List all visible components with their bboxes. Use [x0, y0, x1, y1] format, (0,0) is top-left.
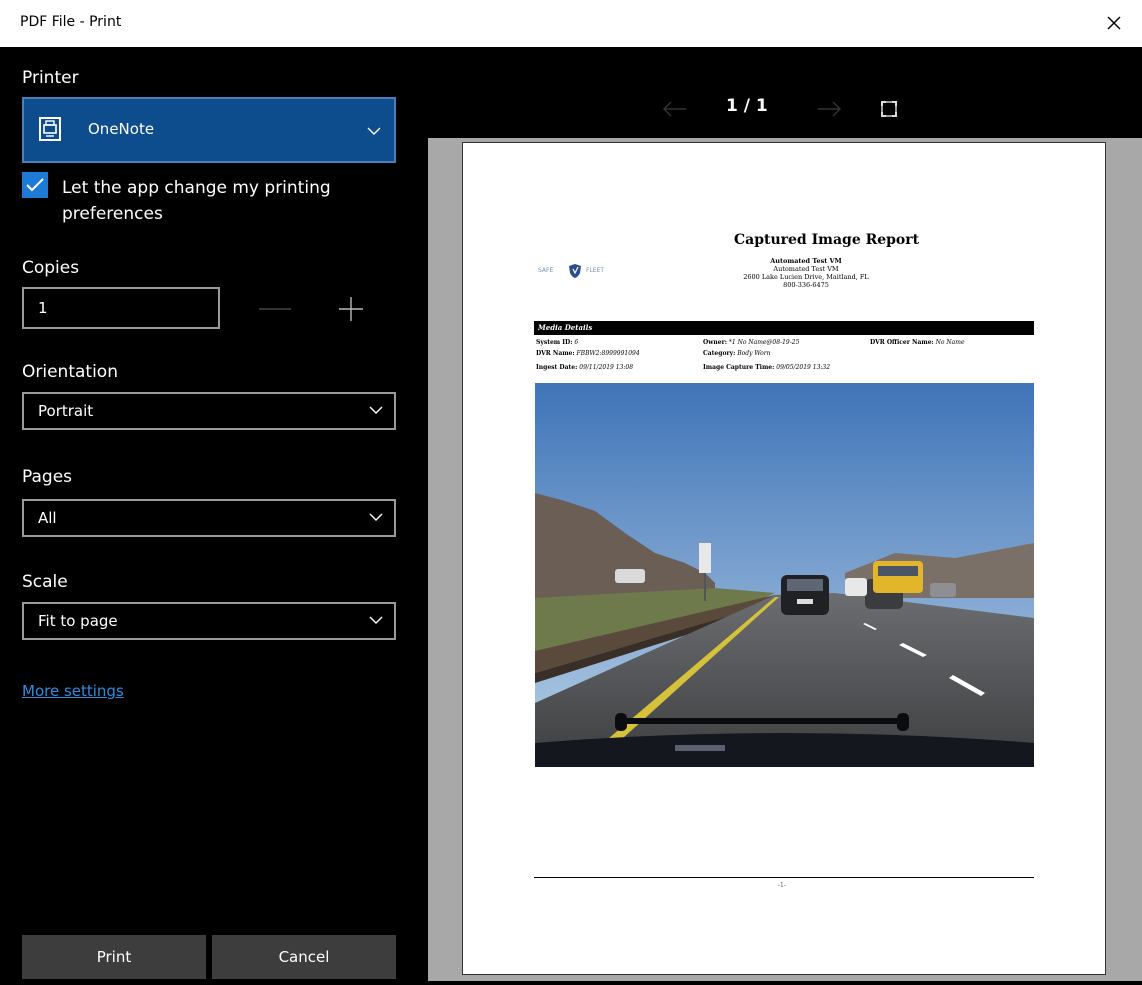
window-title: PDF File - Print — [20, 14, 122, 30]
category-field: Category: Body Worn — [703, 350, 771, 358]
dvr-name-label: DVR Name: — [536, 350, 575, 357]
scale-label: Scale — [22, 572, 68, 592]
owner-field: Owner: *1 No Name@08-19-25 — [703, 339, 799, 347]
copies-value: 1 — [38, 299, 48, 317]
captured-image — [535, 383, 1034, 767]
category-value: Body Worn — [737, 350, 771, 357]
chevron-down-icon — [369, 406, 383, 414]
checkmark-icon — [26, 178, 44, 192]
printer-value: OneNote — [88, 120, 155, 138]
category-label: Category: — [703, 350, 736, 357]
printer-label: Printer — [22, 68, 79, 88]
footer-divider — [534, 877, 1034, 878]
pages-label: Pages — [22, 467, 73, 487]
officer-label: DVR Officer Name: — [870, 339, 934, 346]
system-id-value: 6 — [574, 339, 579, 346]
owner-label: Owner: — [703, 339, 727, 346]
company-name-bold: Automated Test VM — [770, 257, 842, 265]
copies-input[interactable]: 1 — [22, 287, 220, 329]
owner-value: *1 No Name@08-19-25 — [728, 339, 800, 346]
decrement-button[interactable] — [258, 296, 292, 322]
company-phone: 800-336-6475 — [783, 281, 829, 289]
scale-value: Fit to page — [38, 612, 118, 630]
page-footer-number: -1- — [778, 882, 786, 889]
logo-text-right: FLEET — [586, 267, 605, 274]
printer-icon — [39, 117, 61, 141]
page-counter: 1 / 1 — [726, 96, 768, 116]
preferences-checkbox[interactable] — [22, 172, 48, 198]
capture-time-value: 09/05/2019 13:32 — [776, 364, 831, 371]
shield-icon — [569, 264, 581, 278]
media-details-heading: Media Details — [534, 321, 1034, 335]
preferences-label: Let the app change my printing preferenc… — [62, 178, 331, 224]
dvr-name-field: DVR Name: FBBW2:8999991094 — [536, 350, 640, 358]
system-id-field: System ID: 6 — [536, 339, 578, 347]
system-id-label: System ID: — [536, 339, 573, 346]
chevron-down-icon — [367, 127, 381, 135]
close-icon[interactable] — [1100, 9, 1128, 37]
copies-label: Copies — [22, 258, 80, 278]
logo-text-left: SAFE — [538, 267, 554, 274]
report-title: Captured Image Report — [734, 232, 920, 248]
increment-button[interactable] — [338, 296, 364, 322]
title-bar: PDF File - Print — [0, 0, 1142, 47]
chevron-down-icon — [369, 513, 383, 521]
fit-page-icon[interactable] — [880, 100, 898, 118]
printer-dropdown[interactable]: OneNote — [22, 97, 396, 163]
capture-time-field: Image Capture Time: 09/05/2019 13:32 — [703, 364, 830, 372]
officer-field: DVR Officer Name: No Name — [870, 339, 965, 347]
cancel-button[interactable]: Cancel — [212, 935, 396, 979]
pages-dropdown[interactable]: All — [22, 499, 396, 537]
more-settings-link[interactable]: More settings — [22, 682, 124, 700]
dvr-name-value: FBBW2:8999991094 — [576, 350, 640, 357]
officer-value: No Name — [935, 339, 965, 346]
orientation-label: Orientation — [22, 362, 118, 382]
ingest-date-value: 09/11/2019 13:08 — [579, 364, 634, 371]
company-name: Automated Test VM — [773, 265, 839, 273]
scale-dropdown[interactable]: Fit to page — [22, 602, 396, 640]
capture-time-label: Image Capture Time: — [703, 364, 775, 371]
ingest-date-label: Ingest Date: — [536, 364, 578, 371]
chevron-down-icon — [369, 616, 383, 624]
company-street: 2600 Lake Lucien Drive, Maitland, FL — [743, 273, 869, 281]
ingest-date-field: Ingest Date: 09/11/2019 13:08 — [536, 364, 633, 372]
orientation-dropdown[interactable]: Portrait — [22, 392, 396, 430]
print-button[interactable]: Print — [22, 935, 206, 979]
arrow-left-icon[interactable] — [660, 100, 688, 118]
company-address: Automated Test VM Automated Test VM 2600… — [735, 257, 877, 289]
company-logo: SAFE FLEET — [538, 262, 630, 282]
pages-value: All — [38, 509, 57, 527]
orientation-value: Portrait — [38, 402, 94, 420]
arrow-right-icon[interactable] — [816, 100, 844, 118]
